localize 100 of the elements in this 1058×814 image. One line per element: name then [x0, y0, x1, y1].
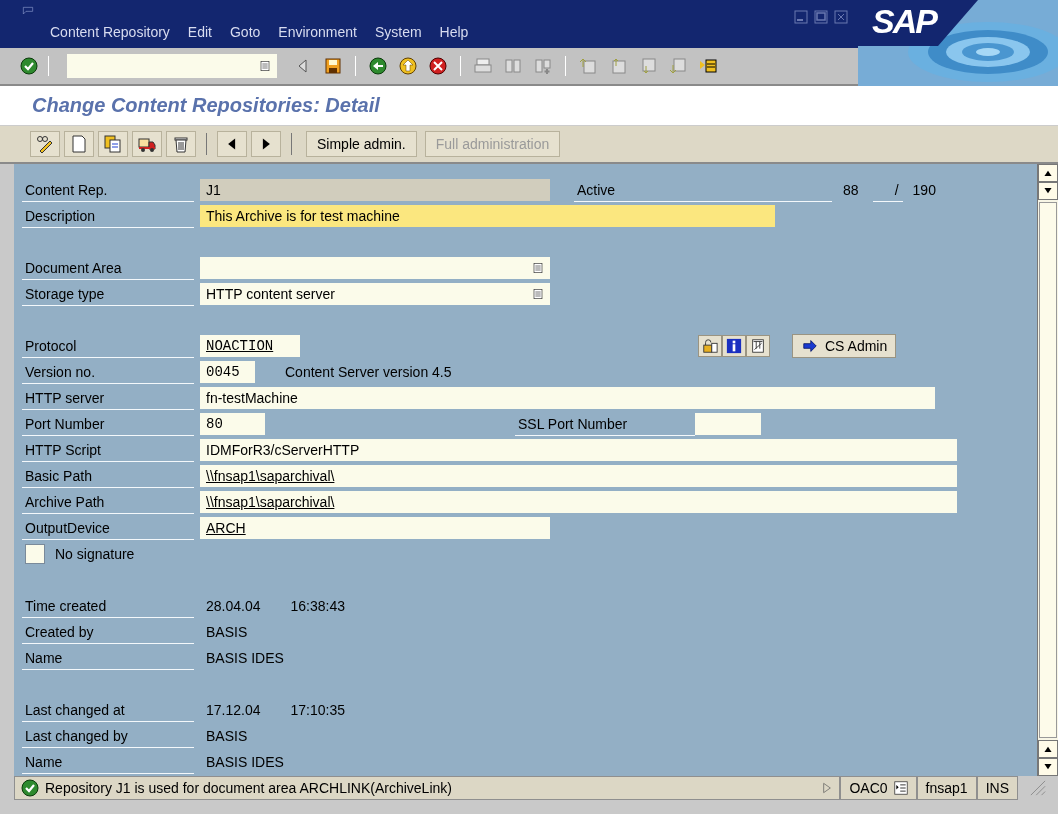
input-field[interactable]: 0045	[200, 361, 255, 383]
scrollbar-thumb[interactable]	[1039, 202, 1057, 738]
menu-item[interactable]: Goto	[229, 24, 261, 40]
previous-button[interactable]	[217, 131, 247, 157]
repository-field: J1	[200, 179, 550, 201]
field-label: Name	[22, 750, 194, 774]
input-field[interactable]	[200, 257, 550, 279]
first-page-icon	[579, 57, 597, 75]
input-field[interactable]: IDMForR3/cServerHTTP	[200, 439, 957, 461]
command-field[interactable]	[67, 54, 277, 78]
total-text: 190	[912, 182, 936, 198]
version-note: Content Server version 4.5	[285, 364, 452, 380]
input-field[interactable]: HTTP content server	[200, 283, 550, 305]
scroll-down-button[interactable]	[1038, 758, 1058, 776]
triangle-up-icon	[1043, 169, 1053, 177]
info-value: BASIS	[206, 728, 248, 744]
time-value: 17:10:35	[290, 702, 345, 718]
field-label: HTTP server	[22, 386, 194, 410]
value-help-icon	[259, 60, 271, 72]
triangle-down-icon	[1043, 187, 1053, 195]
previous-page-icon	[609, 57, 627, 75]
checkbox-label: No signature	[55, 546, 135, 562]
menu-item[interactable]: System	[374, 24, 422, 40]
menu-item[interactable]: Environment	[278, 24, 357, 40]
document-icon	[750, 338, 766, 354]
last-page-icon	[669, 57, 687, 75]
success-icon	[21, 779, 39, 797]
input-field[interactable]: This Archive is for test machine	[200, 205, 775, 227]
input-field[interactable]	[695, 413, 761, 435]
document-button[interactable]	[746, 335, 770, 357]
next-page-icon	[639, 57, 657, 75]
field-label: Archive Path	[22, 490, 194, 514]
menu-item[interactable]: Help	[439, 24, 469, 40]
input-field[interactable]: \\fnsap1\saparchival\	[200, 491, 957, 513]
field-label: Description	[22, 204, 194, 228]
find-next-icon	[534, 57, 552, 75]
status-message: Repository J1 is used for document area ARCHLINK(ArchiveLink)	[45, 780, 453, 796]
status-label: Active	[574, 178, 832, 202]
arrow-right-icon	[801, 339, 819, 353]
toolbar-button[interactable]: Simple admin.	[306, 131, 417, 157]
copy-button[interactable]	[98, 131, 128, 157]
field-label: Version no.	[22, 360, 194, 384]
field-label: Last changed at	[22, 698, 194, 722]
transport-button[interactable]	[132, 131, 162, 157]
scroll-down-button[interactable]	[1038, 182, 1058, 200]
scroll-up-button[interactable]	[1038, 740, 1058, 758]
lock-icon	[702, 338, 718, 354]
field-label: Content Rep.	[22, 178, 194, 202]
delete-button[interactable]	[166, 131, 196, 157]
page-icon	[70, 135, 88, 153]
input-field[interactable]: NOACTION	[200, 335, 300, 357]
find-icon	[504, 57, 522, 75]
field-label: Last changed by	[22, 724, 194, 748]
cs-admin-button[interactable]: CS Admin	[792, 334, 897, 358]
transaction-cell[interactable]: OAC0	[840, 776, 917, 800]
input-field[interactable]: fn-testMachine	[200, 387, 935, 409]
resize-grip-icon	[1030, 780, 1046, 796]
cancel-icon	[429, 57, 447, 75]
maximize-icon[interactable]	[814, 10, 828, 24]
info-button[interactable]	[722, 335, 746, 357]
separator-text: /	[872, 178, 903, 202]
minimize-icon[interactable]	[794, 10, 808, 24]
trash-icon	[172, 135, 190, 153]
pencil-icon	[36, 135, 54, 153]
time-value: 16:38:43	[290, 598, 345, 614]
truck-icon	[138, 135, 156, 153]
checkbox[interactable]	[25, 544, 45, 564]
field-label: Basic Path	[22, 464, 194, 488]
expand-triangle-icon	[821, 781, 834, 795]
close-icon[interactable]	[834, 10, 848, 24]
triangle-up-icon	[1043, 745, 1053, 753]
field-label: Name	[22, 646, 194, 670]
info-value: 28.04.04	[206, 598, 261, 614]
field-label: HTTP Script	[22, 438, 194, 462]
input-field[interactable]: 80	[200, 413, 265, 435]
screen-title: Change Content Repositories: Detail	[32, 94, 380, 117]
print-icon	[474, 57, 492, 75]
layout-menu-icon	[699, 57, 717, 75]
info-value: BASIS IDES	[206, 650, 284, 666]
field-label: Created by	[22, 620, 194, 644]
next-button[interactable]	[251, 131, 281, 157]
scroll-up-button[interactable]	[1038, 164, 1058, 182]
input-field[interactable]: \\fnsap1\saparchival\	[200, 465, 957, 487]
copy-icon	[104, 135, 122, 153]
info-icon	[726, 338, 742, 354]
menu-item[interactable]: Edit	[187, 24, 212, 40]
display-change-button[interactable]	[30, 131, 60, 157]
menu-item[interactable]: Content Repository	[50, 24, 170, 40]
save-icon	[324, 57, 342, 75]
field-label: OutputDevice	[22, 516, 194, 540]
info-value: BASIS	[206, 624, 248, 640]
input-field[interactable]: ARCH	[200, 517, 550, 539]
lock-button[interactable]	[698, 335, 722, 357]
logo: SAP	[872, 2, 936, 41]
server-cell: fnsap1	[916, 776, 977, 800]
exit-icon	[399, 57, 417, 75]
enter-icon	[20, 57, 38, 75]
value-help-icon	[532, 262, 544, 274]
info-value: BASIS IDES	[206, 754, 284, 770]
list-icon	[893, 781, 908, 795]
